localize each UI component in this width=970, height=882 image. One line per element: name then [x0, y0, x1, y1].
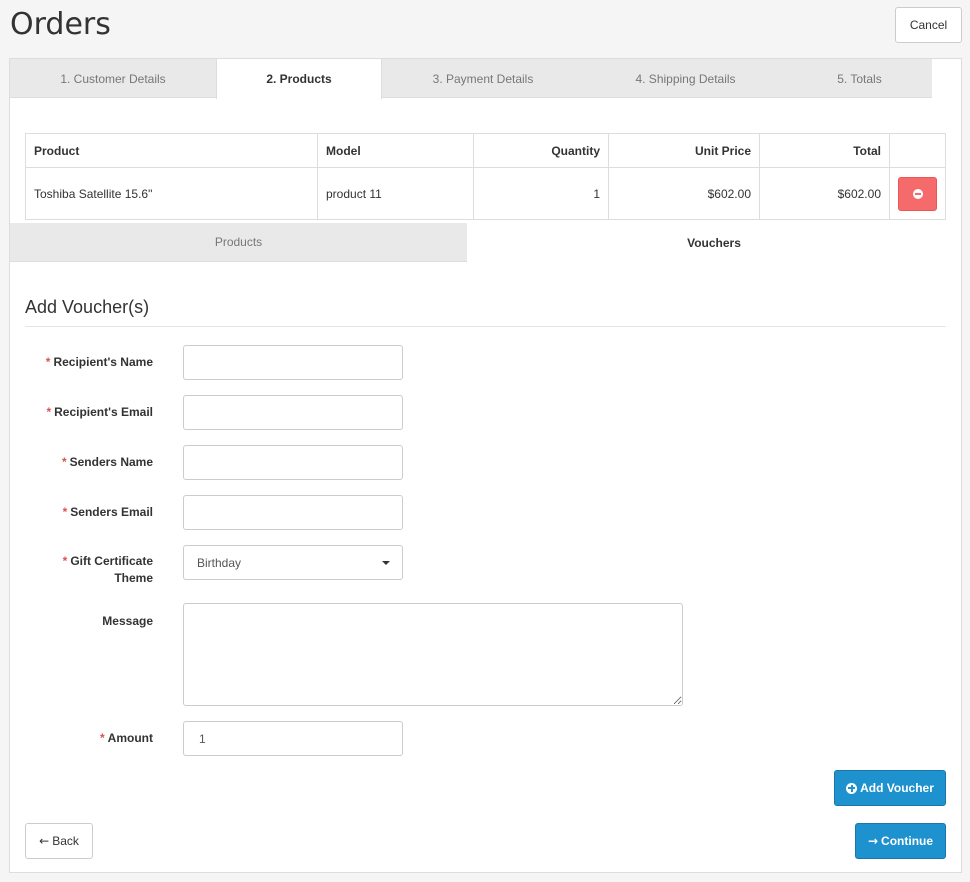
recipient-name-label-text: Recipient's Name [53, 355, 153, 369]
recipient-email-input[interactable] [183, 395, 403, 430]
plus-circle-icon [846, 782, 858, 794]
sender-name-label: * Senders Name [13, 454, 153, 471]
arrow-left-icon: ← [39, 834, 50, 848]
tab-totals[interactable]: 5. Totals [787, 59, 932, 98]
recipient-name-input[interactable] [183, 345, 403, 380]
cell-quantity: 1 [473, 167, 609, 220]
column-header-unit-price: Unit Price [608, 133, 760, 168]
cell-unit-price: $602.00 [608, 167, 760, 220]
add-voucher-button[interactable]: Add Voucher [834, 770, 946, 806]
recipient-email-label: * Recipient's Email [13, 404, 153, 421]
page-title: Orders [10, 7, 111, 42]
tab-sub-products[interactable]: Products [10, 223, 467, 262]
sender-name-input[interactable] [183, 445, 403, 480]
column-header-action [889, 133, 946, 168]
amount-input[interactable] [183, 721, 403, 756]
table-row: Toshiba Satellite 15.6" product 11 1 $60… [25, 167, 946, 220]
theme-selected-value: Birthday [197, 555, 242, 570]
tab-payment-details[interactable]: 3. Payment Details [382, 59, 584, 98]
cell-product: Toshiba Satellite 15.6" [25, 167, 318, 220]
column-header-total: Total [759, 133, 890, 168]
minus-circle-icon [912, 188, 923, 199]
add-voucher-label: Add Voucher [860, 781, 934, 795]
required-mark: * [62, 505, 68, 519]
theme-label: * Gift Certificate Theme [13, 553, 153, 587]
tab-shipping-details[interactable]: 4. Shipping Details [584, 59, 787, 98]
amount-label-text: Amount [107, 731, 153, 745]
column-header-quantity: Quantity [473, 133, 609, 168]
step-tabs: 1. Customer Details 2. Products 3. Payme… [10, 59, 932, 99]
required-mark: * [45, 355, 51, 369]
theme-select[interactable]: Birthday [183, 545, 403, 580]
recipient-email-label-text: Recipient's Email [54, 405, 153, 419]
continue-button[interactable]: → Continue [855, 823, 946, 859]
remove-product-button[interactable] [898, 176, 937, 211]
cell-total: $602.00 [759, 167, 890, 220]
theme-label-line1: Gift Certificate [70, 554, 153, 568]
sender-email-label: * Senders Email [13, 504, 153, 521]
products-table: Product Model Quantity Unit Price Total … [25, 133, 946, 220]
column-header-product: Product [25, 133, 318, 168]
table-header-row: Product Model Quantity Unit Price Total [25, 133, 946, 168]
sender-email-label-text: Senders Email [70, 505, 153, 519]
tab-products[interactable]: 2. Products [216, 59, 382, 99]
tab-sub-vouchers[interactable]: Vouchers [467, 223, 961, 262]
sub-tabs: Products Vouchers [10, 223, 961, 262]
recipient-name-label: * Recipient's Name [13, 354, 153, 371]
back-button[interactable]: ← Back [25, 823, 93, 859]
message-textarea[interactable] [183, 603, 683, 706]
required-mark: * [46, 405, 52, 419]
tab-customer-details[interactable]: 1. Customer Details [10, 59, 216, 98]
message-label: Message [102, 614, 153, 628]
voucher-legend: Add Voucher(s) [25, 297, 946, 327]
amount-label: * Amount [13, 730, 153, 747]
order-panel: 1. Customer Details 2. Products 3. Payme… [9, 58, 962, 873]
theme-label-line2: Theme [114, 571, 153, 585]
required-mark: * [61, 455, 67, 469]
caret-down-icon [382, 561, 390, 565]
sender-email-input[interactable] [183, 495, 403, 530]
cell-action [889, 167, 946, 220]
cancel-button[interactable]: Cancel [895, 7, 962, 43]
continue-label: Continue [881, 834, 934, 848]
required-mark: * [62, 554, 68, 568]
arrow-right-icon: → [867, 834, 879, 848]
back-label: Back [52, 834, 79, 848]
required-mark: * [100, 731, 105, 745]
column-header-model: Model [317, 133, 474, 168]
sender-name-label-text: Senders Name [69, 455, 153, 469]
cell-model: product 11 [317, 167, 474, 220]
